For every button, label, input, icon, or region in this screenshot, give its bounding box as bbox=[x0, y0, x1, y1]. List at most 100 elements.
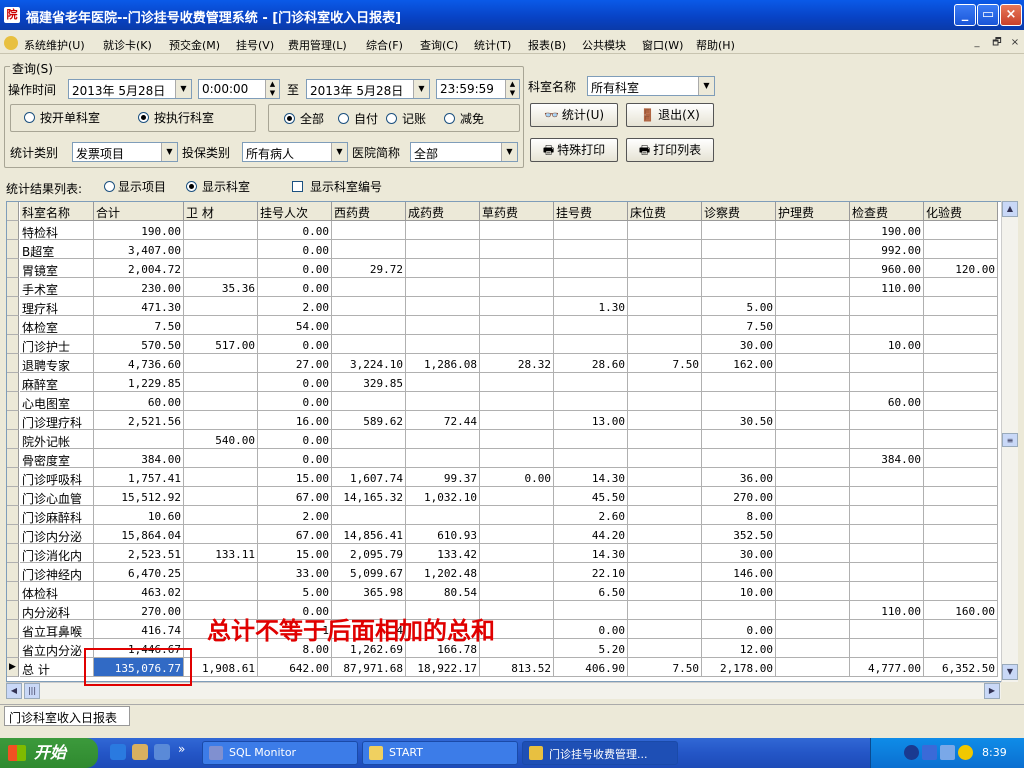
radio-show-dept[interactable] bbox=[186, 181, 197, 192]
radio-show-item[interactable] bbox=[104, 181, 115, 192]
table-cell[interactable] bbox=[628, 563, 702, 582]
chevron-more-icon[interactable]: » bbox=[178, 742, 185, 756]
table-cell[interactable]: 16.00 bbox=[258, 411, 332, 430]
table-cell[interactable] bbox=[554, 601, 628, 620]
table-cell[interactable] bbox=[776, 582, 850, 601]
table-cell[interactable] bbox=[924, 392, 998, 411]
table-cell[interactable]: 2.00 bbox=[258, 506, 332, 525]
menu-stats[interactable]: 统计(T) bbox=[474, 37, 511, 53]
table-cell[interactable]: 特检科 bbox=[20, 221, 94, 240]
table-cell[interactable]: 36.00 bbox=[702, 468, 776, 487]
table-cell[interactable] bbox=[480, 582, 554, 601]
table-cell[interactable] bbox=[776, 221, 850, 240]
table-cell[interactable] bbox=[480, 411, 554, 430]
table-cell[interactable] bbox=[628, 392, 702, 411]
table-cell[interactable] bbox=[332, 240, 406, 259]
table-cell[interactable] bbox=[776, 411, 850, 430]
table-cell[interactable]: 22.10 bbox=[554, 563, 628, 582]
table-cell[interactable] bbox=[776, 430, 850, 449]
table-cell[interactable]: 7.50 bbox=[628, 354, 702, 373]
table-cell[interactable]: 33.00 bbox=[258, 563, 332, 582]
table-cell[interactable]: 35.36 bbox=[184, 278, 258, 297]
table-cell[interactable]: 29.72 bbox=[332, 259, 406, 278]
table-cell[interactable] bbox=[480, 449, 554, 468]
table-cell[interactable] bbox=[554, 240, 628, 259]
table-cell[interactable] bbox=[924, 297, 998, 316]
table-cell[interactable]: 15.00 bbox=[258, 544, 332, 563]
table-cell[interactable]: 6,470.25 bbox=[94, 563, 184, 582]
table-cell[interactable] bbox=[850, 430, 924, 449]
table-cell[interactable]: 门诊心血管 bbox=[20, 487, 94, 506]
table-cell[interactable]: 14.30 bbox=[554, 544, 628, 563]
table-cell[interactable]: 133.42 bbox=[406, 544, 480, 563]
table-cell[interactable] bbox=[850, 582, 924, 601]
table-cell[interactable]: 15.00 bbox=[258, 468, 332, 487]
chevron-down-icon[interactable]: ▼ bbox=[161, 143, 177, 161]
table-cell[interactable] bbox=[628, 449, 702, 468]
checkbox-dept-code[interactable] bbox=[292, 181, 303, 192]
table-cell[interactable] bbox=[850, 639, 924, 658]
chevron-down-icon[interactable]: ▼ bbox=[698, 77, 714, 95]
table-cell[interactable] bbox=[480, 278, 554, 297]
table-cell[interactable] bbox=[628, 297, 702, 316]
row-indicator[interactable] bbox=[7, 278, 19, 297]
ie-icon[interactable] bbox=[110, 744, 126, 760]
total-cell[interactable]: 7.50 bbox=[628, 658, 702, 677]
table-cell[interactable] bbox=[776, 354, 850, 373]
table-cell[interactable] bbox=[924, 430, 998, 449]
app-menu-icon[interactable] bbox=[4, 36, 18, 50]
column-header[interactable]: 科室名称 bbox=[20, 202, 94, 221]
table-cell[interactable] bbox=[924, 506, 998, 525]
table-cell[interactable] bbox=[776, 373, 850, 392]
table-cell[interactable]: 146.00 bbox=[702, 563, 776, 582]
table-cell[interactable] bbox=[628, 373, 702, 392]
title-bar[interactable]: 院 福建省老年医院--门诊挂号收费管理系统 - [门诊科室收入日报表] _ ▭ … bbox=[0, 0, 1024, 30]
table-cell[interactable] bbox=[850, 354, 924, 373]
table-cell[interactable]: 517.00 bbox=[184, 335, 258, 354]
tray-arrow-icon[interactable] bbox=[904, 745, 919, 760]
table-cell[interactable] bbox=[554, 316, 628, 335]
mdi-restore-icon[interactable]: 🗗 bbox=[990, 36, 1004, 50]
table-cell[interactable] bbox=[628, 506, 702, 525]
table-cell[interactable] bbox=[554, 392, 628, 411]
table-cell[interactable] bbox=[480, 240, 554, 259]
table-cell[interactable] bbox=[776, 392, 850, 411]
table-cell[interactable]: 3,407.00 bbox=[94, 240, 184, 259]
table-cell[interactable]: 60.00 bbox=[850, 392, 924, 411]
table-cell[interactable] bbox=[480, 430, 554, 449]
row-indicator[interactable] bbox=[7, 373, 19, 392]
table-cell[interactable] bbox=[628, 221, 702, 240]
table-cell[interactable]: 110.00 bbox=[850, 278, 924, 297]
table-cell[interactable] bbox=[702, 278, 776, 297]
vertical-scrollbar[interactable]: ▲ ≡ ▼ bbox=[1001, 201, 1018, 682]
table-cell[interactable] bbox=[628, 240, 702, 259]
table-cell[interactable] bbox=[776, 240, 850, 259]
table-cell[interactable]: 门诊护士 bbox=[20, 335, 94, 354]
table-cell[interactable] bbox=[406, 259, 480, 278]
menu-fee[interactable]: 费用管理(L) bbox=[288, 37, 347, 53]
table-cell[interactable] bbox=[332, 335, 406, 354]
table-cell[interactable] bbox=[850, 506, 924, 525]
table-cell[interactable] bbox=[94, 430, 184, 449]
total-cell[interactable]: 4,777.00 bbox=[850, 658, 924, 677]
menu-prepay[interactable]: 预交金(M) bbox=[169, 37, 220, 53]
table-cell[interactable] bbox=[850, 487, 924, 506]
row-indicator[interactable] bbox=[7, 411, 19, 430]
chevron-down-icon[interactable]: ▼ bbox=[413, 80, 429, 98]
row-indicator[interactable] bbox=[7, 335, 19, 354]
table-cell[interactable]: 120.00 bbox=[924, 259, 998, 278]
table-cell[interactable] bbox=[702, 259, 776, 278]
end-time-input[interactable]: 23:59:59 ▲ ▼ bbox=[436, 79, 520, 99]
table-cell[interactable]: 54.00 bbox=[258, 316, 332, 335]
table-cell[interactable] bbox=[406, 297, 480, 316]
table-cell[interactable] bbox=[480, 487, 554, 506]
table-cell[interactable]: 4,736.60 bbox=[94, 354, 184, 373]
table-cell[interactable]: 0.00 bbox=[258, 392, 332, 411]
table-cell[interactable]: 14,856.41 bbox=[332, 525, 406, 544]
table-cell[interactable]: 3,224.10 bbox=[332, 354, 406, 373]
table-cell[interactable] bbox=[776, 544, 850, 563]
table-cell[interactable]: 30.00 bbox=[702, 544, 776, 563]
table-cell[interactable] bbox=[480, 525, 554, 544]
table-cell[interactable]: 28.60 bbox=[554, 354, 628, 373]
table-cell[interactable]: 体检科 bbox=[20, 582, 94, 601]
